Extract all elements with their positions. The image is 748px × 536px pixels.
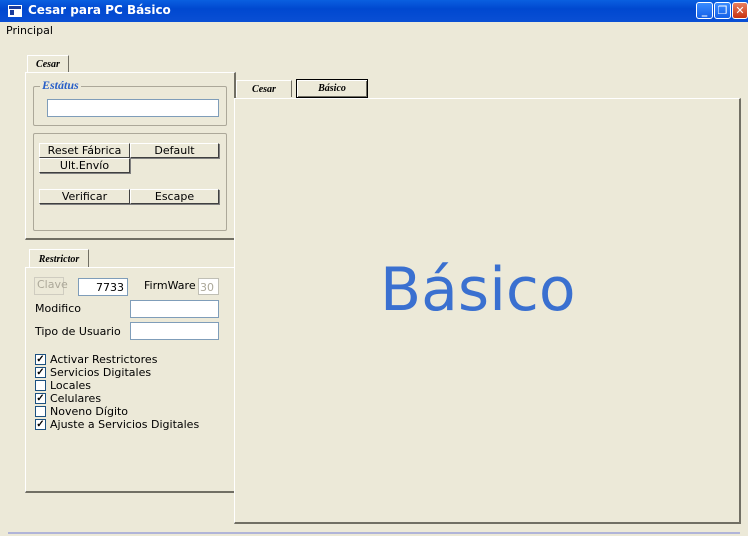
checkbox-label: Noveno Dígito	[50, 405, 129, 418]
menu-bar: Principal	[0, 22, 748, 40]
window-title: Cesar para PC Básico	[28, 3, 171, 17]
firmware-label: FirmWare	[144, 279, 196, 292]
checkbox-checked[interactable]: ✓	[35, 367, 46, 378]
clave-field[interactable]: 7733	[78, 278, 128, 296]
app-icon	[8, 5, 22, 17]
escape-button[interactable]: Escape	[130, 189, 219, 204]
verificar-button[interactable]: Verificar	[39, 189, 130, 204]
checkbox-label: Servicios Digitales	[50, 366, 152, 379]
tab-basico[interactable]: Básico	[296, 79, 368, 98]
modifico-field[interactable]	[130, 300, 219, 318]
checkbox-label: Ajuste a Servicios Digitales	[50, 418, 200, 431]
estatus-legend: Estátus	[40, 78, 81, 93]
basico-display-text: Básico	[380, 255, 576, 325]
title-bar[interactable]: Cesar para PC Básico _ ❐ ✕	[0, 0, 748, 22]
bottom-divider	[8, 532, 740, 534]
checkbox-checked[interactable]: ✓	[35, 354, 46, 365]
checkbox-label: Celulares	[50, 392, 102, 405]
close-button[interactable]: ✕	[732, 2, 748, 19]
tipo-usuario-label: Tipo de Usuario	[35, 325, 121, 338]
checkbox-unchecked[interactable]	[35, 406, 46, 417]
tipo-usuario-field[interactable]	[130, 322, 219, 340]
checkbox-checked[interactable]: ✓	[35, 393, 46, 404]
checkbox-label: Locales	[50, 379, 92, 392]
estatus-field[interactable]	[47, 99, 219, 117]
menu-principal[interactable]: Principal	[6, 24, 53, 37]
firmware-field: 30	[198, 278, 219, 295]
checkbox-checked[interactable]: ✓	[35, 419, 46, 430]
clave-label: Clave	[34, 277, 68, 295]
tab-restrictor[interactable]: Restrictor	[29, 249, 89, 268]
restore-button[interactable]: ❐	[714, 2, 731, 19]
modifico-label: Modifico	[35, 302, 81, 315]
default-button[interactable]: Default	[130, 143, 219, 158]
checkbox-unchecked[interactable]	[35, 380, 46, 391]
minimize-button[interactable]: _	[696, 2, 713, 19]
reset-fabrica-button[interactable]: Reset Fábrica	[39, 143, 130, 158]
tab-cesar-left[interactable]: Cesar	[27, 55, 69, 73]
checkbox-label: Activar Restrictores	[50, 353, 158, 366]
tab-cesar-right[interactable]: Cesar	[236, 80, 292, 97]
ult-envio-button[interactable]: Ult.Envío	[39, 158, 130, 173]
